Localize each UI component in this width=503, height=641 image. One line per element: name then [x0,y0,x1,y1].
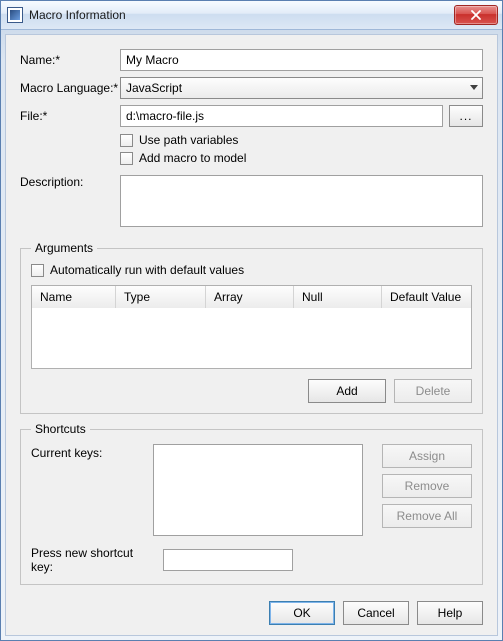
use-path-variables-row: Use path variables [120,133,483,147]
shortcut-buttons: Assign Remove Remove All [373,444,472,528]
description-textarea[interactable] [120,175,483,227]
current-keys-label: Current keys: [31,444,143,460]
close-button[interactable] [454,5,498,25]
window-title: Macro Information [29,8,454,22]
current-keys-listbox[interactable] [153,444,363,536]
arguments-legend: Arguments [31,241,97,255]
browse-label: ... [459,109,472,123]
arguments-table: Name Type Array Null Default Value [31,285,472,369]
use-path-variables-label: Use path variables [139,133,238,147]
shortcuts-row1: Current keys: Assign Remove Remove All [31,444,472,536]
description-label: Description: [20,175,120,189]
help-button[interactable]: Help [417,601,483,625]
language-label: Macro Language:* [20,81,120,95]
shortcuts-group: Shortcuts Current keys: Assign Remove Re… [20,422,483,585]
arguments-group: Arguments Automatically run with default… [20,241,483,414]
assign-button[interactable]: Assign [382,444,472,468]
arguments-buttons: Add Delete [31,379,472,403]
name-row: Name:* [20,49,483,71]
add-macro-to-model-checkbox[interactable] [120,152,133,165]
column-array[interactable]: Array [206,286,294,308]
file-row: File:* ... [20,105,483,127]
app-icon [7,7,23,23]
cancel-button[interactable]: Cancel [343,601,409,625]
press-shortcut-label: Press new shortcut key: [31,546,157,574]
shortcuts-row2: Press new shortcut key: [31,546,472,574]
browse-button[interactable]: ... [449,105,483,127]
remove-all-button[interactable]: Remove All [382,504,472,528]
file-label: File:* [20,109,120,123]
delete-button[interactable]: Delete [394,379,472,403]
add-macro-to-model-row: Add macro to model [120,151,483,165]
column-null[interactable]: Null [294,286,382,308]
chevron-down-icon [470,85,478,91]
file-input[interactable] [120,105,443,127]
column-name[interactable]: Name [32,286,116,308]
description-row: Description: [20,175,483,227]
dialog-window: Macro Information Name:* Macro Language:… [0,0,503,641]
language-combo[interactable]: JavaScript [120,77,483,99]
name-label: Name:* [20,53,120,67]
language-value: JavaScript [126,81,182,95]
use-path-variables-checkbox[interactable] [120,134,133,147]
auto-run-label: Automatically run with default values [50,263,244,277]
add-button[interactable]: Add [308,379,386,403]
arguments-table-header: Name Type Array Null Default Value [32,286,471,308]
add-macro-to-model-label: Add macro to model [139,151,246,165]
auto-run-row: Automatically run with default values [31,263,472,277]
name-input[interactable] [120,49,483,71]
language-row: Macro Language:* JavaScript [20,77,483,99]
ok-button[interactable]: OK [269,601,335,625]
auto-run-checkbox[interactable] [31,264,44,277]
close-icon [471,10,481,20]
dialog-buttons: OK Cancel Help [20,595,483,625]
shortcuts-legend: Shortcuts [31,422,90,436]
shortcut-input[interactable] [163,549,293,571]
arguments-table-body[interactable] [32,308,471,368]
titlebar: Macro Information [1,1,502,30]
remove-button[interactable]: Remove [382,474,472,498]
column-type[interactable]: Type [116,286,206,308]
client-area: Name:* Macro Language:* JavaScript File:… [5,34,498,636]
column-default[interactable]: Default Value [382,286,471,308]
